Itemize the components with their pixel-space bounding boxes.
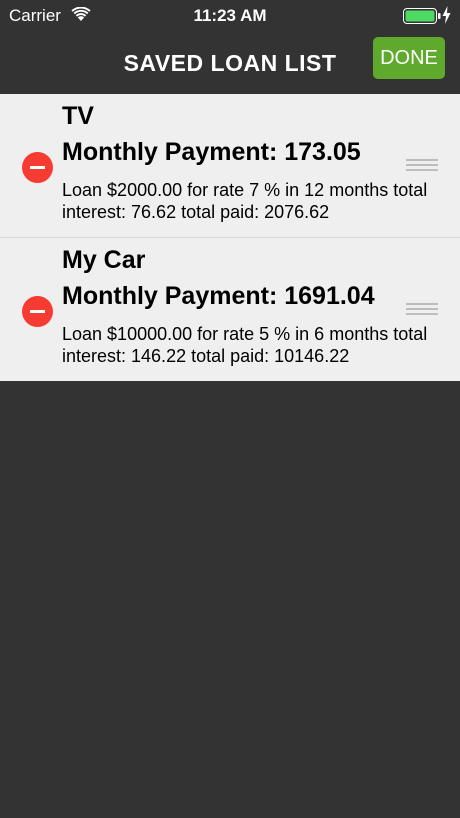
loan-row[interactable]: My Car Monthly Payment: 1691.04 Loan $10… — [0, 238, 460, 381]
clock-time: 11:23 AM — [193, 6, 267, 25]
loan-list: TV Monthly Payment: 173.05 Loan $2000.00… — [0, 94, 460, 381]
charging-bolt-icon — [442, 6, 451, 29]
loan-name: My Car — [62, 246, 146, 274]
monthly-payment: Monthly Payment: 1691.04 — [62, 282, 375, 310]
delete-minus-icon[interactable] — [22, 296, 53, 327]
loan-details: Loan $10000.00 for rate 5 % in 6 months … — [62, 324, 428, 366]
loan-row[interactable]: TV Monthly Payment: 173.05 Loan $2000.00… — [0, 94, 460, 238]
reorder-handle-icon[interactable] — [406, 159, 438, 171]
status-bar: Carrier 11:23 AM — [0, 0, 460, 32]
battery-icon — [403, 8, 441, 29]
reorder-handle-icon[interactable] — [406, 303, 438, 315]
delete-minus-icon[interactable] — [22, 152, 53, 183]
navigation-bar: SAVED LOAN LIST DONE — [0, 32, 460, 94]
loan-details: Loan $2000.00 for rate 7 % in 12 months … — [62, 180, 428, 222]
done-button[interactable]: DONE — [373, 37, 445, 79]
loan-name: TV — [62, 102, 94, 130]
monthly-payment: Monthly Payment: 173.05 — [62, 138, 361, 166]
